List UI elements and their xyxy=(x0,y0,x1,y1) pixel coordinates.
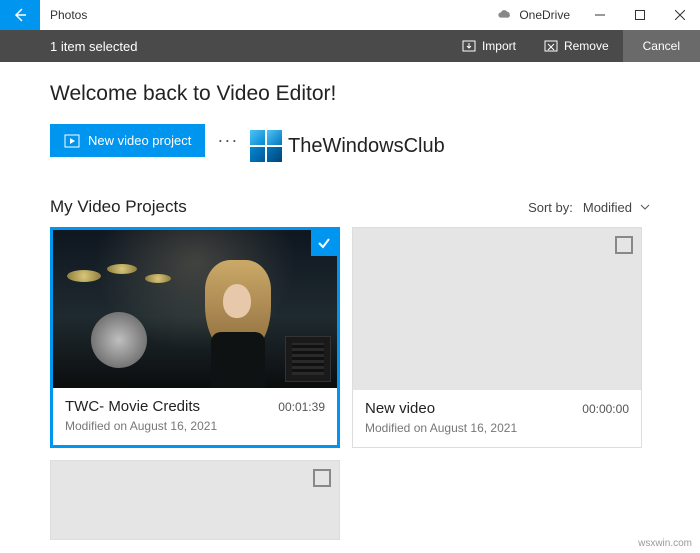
new-video-project-button[interactable]: New video project xyxy=(50,124,205,157)
projects-grid: TWC- Movie Credits 00:01:39 Modified on … xyxy=(50,227,650,540)
project-duration: 00:00:00 xyxy=(582,402,629,416)
select-checkbox[interactable] xyxy=(615,236,633,254)
remove-icon xyxy=(544,39,558,53)
close-icon xyxy=(675,10,685,20)
cancel-label: Cancel xyxy=(643,39,680,53)
remove-label: Remove xyxy=(564,39,609,53)
import-label: Import xyxy=(482,39,516,53)
thumbnail-image xyxy=(53,230,337,388)
close-button[interactable] xyxy=(660,0,700,30)
project-duration: 00:01:39 xyxy=(278,400,325,414)
remove-button[interactable]: Remove xyxy=(530,30,623,62)
import-icon xyxy=(462,39,476,53)
sort-by-label: Sort by: xyxy=(528,200,573,215)
watermark: TheWindowsClub xyxy=(250,130,445,162)
select-checkbox[interactable] xyxy=(313,469,331,487)
title-bar: Photos OneDrive xyxy=(0,0,700,30)
project-card[interactable]: TWC- Movie Credits 00:01:39 Modified on … xyxy=(50,227,340,448)
onedrive-label: OneDrive xyxy=(519,8,570,22)
project-title: New video xyxy=(365,400,582,417)
project-title: TWC- Movie Credits xyxy=(65,398,278,415)
new-project-icon xyxy=(64,134,80,148)
window-controls xyxy=(580,0,700,30)
watermark-logo-icon xyxy=(250,130,282,162)
project-card[interactable] xyxy=(50,460,340,540)
minimize-button[interactable] xyxy=(580,0,620,30)
cloud-icon xyxy=(497,9,513,21)
project-modified: Modified on August 16, 2021 xyxy=(365,421,629,435)
back-arrow-icon xyxy=(12,7,28,23)
welcome-heading: Welcome back to Video Editor! xyxy=(50,82,650,106)
selection-count: 1 item selected xyxy=(50,39,448,54)
project-thumbnail xyxy=(51,461,339,539)
maximize-button[interactable] xyxy=(620,0,660,30)
section-title: My Video Projects xyxy=(50,197,528,217)
project-card[interactable]: New video 00:00:00 Modified on August 16… xyxy=(352,227,642,448)
sort-value-text: Modified xyxy=(583,200,632,215)
project-thumbnail xyxy=(53,230,337,388)
checkmark-icon xyxy=(316,235,332,251)
chevron-down-icon xyxy=(640,204,650,210)
selected-checkmark[interactable] xyxy=(311,230,337,256)
selection-toolbar: 1 item selected Import Remove Cancel xyxy=(0,30,700,62)
sort-by-value: Modified xyxy=(583,200,650,215)
section-header: My Video Projects Sort by: Modified xyxy=(50,197,650,217)
back-button[interactable] xyxy=(0,0,40,30)
app-title: Photos xyxy=(50,8,497,22)
import-button[interactable]: Import xyxy=(448,30,530,62)
project-info: TWC- Movie Credits 00:01:39 Modified on … xyxy=(53,388,337,445)
project-modified: Modified on August 16, 2021 xyxy=(65,419,325,433)
maximize-icon xyxy=(635,10,645,20)
onedrive-status[interactable]: OneDrive xyxy=(497,8,570,22)
cancel-button[interactable]: Cancel xyxy=(623,30,700,62)
minimize-icon xyxy=(595,10,605,20)
new-project-label: New video project xyxy=(88,133,191,148)
footer-site: wsxwin.com xyxy=(638,538,692,549)
project-info: New video 00:00:00 Modified on August 16… xyxy=(353,390,641,447)
more-options-button[interactable]: ··· xyxy=(217,130,238,151)
project-thumbnail xyxy=(353,228,641,390)
watermark-text: TheWindowsClub xyxy=(288,135,445,158)
sort-by-control[interactable]: Sort by: Modified xyxy=(528,200,650,215)
